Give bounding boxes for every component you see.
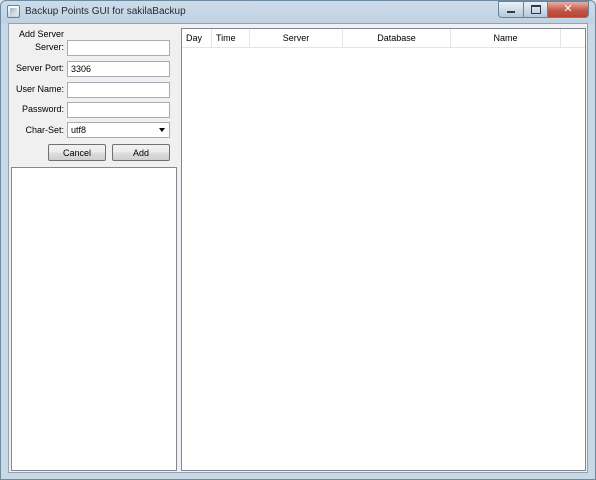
app-window-icon <box>7 5 20 18</box>
table-header: Day Time Server Database Name <box>182 29 585 48</box>
backup-points-list[interactable]: Day Time Server Database Name <box>181 28 586 471</box>
char-set-value: utf8 <box>71 125 87 135</box>
char-set-dropdown[interactable]: utf8 <box>67 122 170 138</box>
server-label: Server: <box>34 42 64 52</box>
maximize-icon <box>530 5 541 14</box>
window-title: Backup Points GUI for sakilaBackup <box>25 6 186 17</box>
server-port-input[interactable] <box>67 61 170 77</box>
add-button[interactable]: Add <box>112 144 170 161</box>
server-port-label: Server Port: <box>15 63 64 73</box>
title-bar[interactable]: Backup Points GUI for sakilaBackup ✕ <box>1 1 595 23</box>
chevron-down-icon <box>159 128 165 132</box>
server-input[interactable] <box>67 40 170 56</box>
window-controls: ✕ <box>498 1 589 19</box>
column-header-database[interactable]: Database <box>343 29 451 47</box>
password-label: Password: <box>21 104 64 114</box>
cancel-button[interactable]: Cancel <box>48 144 106 161</box>
column-header-server[interactable]: Server <box>250 29 343 47</box>
column-header-day[interactable]: Day <box>182 29 212 47</box>
user-name-label: User Name: <box>15 84 64 94</box>
char-set-label: Char-Set: <box>25 125 64 135</box>
application-window: Backup Points GUI for sakilaBackup ✕ Add… <box>0 0 596 480</box>
add-server-group-label: Add Server <box>19 29 65 39</box>
client-area: Add Server Server: Server Port: User Nam… <box>8 23 588 473</box>
server-list[interactable] <box>11 167 177 471</box>
password-input[interactable] <box>67 102 170 118</box>
column-header-time[interactable]: Time <box>212 29 250 47</box>
minimize-icon <box>507 11 515 13</box>
column-header-name[interactable]: Name <box>451 29 561 47</box>
minimize-button[interactable] <box>498 1 523 18</box>
user-name-input[interactable] <box>67 82 170 98</box>
maximize-button[interactable] <box>523 1 547 18</box>
close-button[interactable]: ✕ <box>547 1 589 18</box>
close-icon: ✕ <box>563 3 573 15</box>
